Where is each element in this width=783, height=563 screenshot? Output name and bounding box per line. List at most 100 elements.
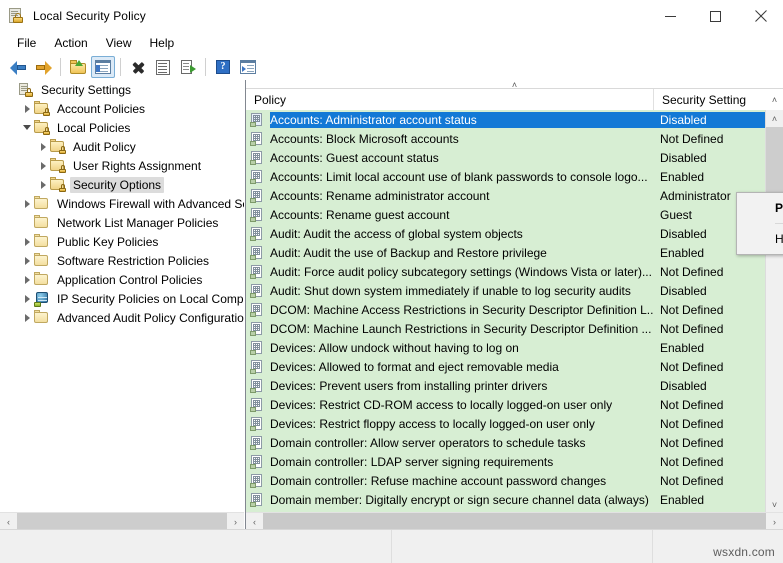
tree-item-audit-policy[interactable]: Audit Policy (0, 137, 244, 156)
tree-item-security-options[interactable]: Security Options (0, 175, 244, 194)
export-list-icon (180, 59, 196, 75)
policy-setting-icon (250, 321, 265, 336)
policy-security-setting: Disabled (660, 283, 707, 298)
tree-item-public-key-policies[interactable]: Public Key Policies (0, 232, 244, 251)
policy-row[interactable]: DCOM: Machine Launch Restrictions in Sec… (246, 319, 766, 338)
tree-item-user-rights-assignment[interactable]: User Rights Assignment (0, 156, 244, 175)
policy-setting-icon (250, 264, 265, 279)
policy-row[interactable]: Domain member: Digitally encrypt or sign… (246, 490, 766, 509)
chevron-right-icon[interactable] (20, 308, 34, 327)
export-list-button[interactable] (176, 56, 200, 78)
policy-row[interactable]: Accounts: Rename guest account Guest (246, 205, 766, 224)
tree-scroll-left-button[interactable]: ‹ (0, 513, 17, 530)
chevron-right-icon[interactable] (36, 175, 50, 194)
minimize-button[interactable] (648, 0, 693, 32)
help-button[interactable]: ? (211, 56, 235, 78)
tree-scroll-right-button[interactable]: › (227, 513, 244, 530)
chevron-right-icon[interactable] (36, 156, 50, 175)
column-header-setting[interactable]: Security Setting (654, 89, 766, 111)
policy-security-setting: Not Defined (660, 435, 724, 450)
security-policy-icon (9, 8, 25, 24)
policy-row[interactable]: Accounts: Guest account status Disabled (246, 148, 766, 167)
list-column-headers: Policy Security Setting ˄ (246, 88, 783, 112)
list-scroll-right-button[interactable]: › (766, 513, 783, 530)
policy-row[interactable]: Audit: Audit the access of global system… (246, 224, 766, 243)
policy-name: Accounts: Rename guest account (270, 207, 450, 222)
chevron-right-icon[interactable] (36, 137, 50, 156)
chevron-right-icon[interactable] (20, 99, 34, 118)
tree-item-application-control-policies[interactable]: Application Control Policies (0, 270, 244, 289)
chevron-right-icon[interactable] (20, 232, 34, 251)
tree-item-network-list-manager-policies[interactable]: Network List Manager Policies (0, 213, 244, 232)
menu-action[interactable]: Action (45, 34, 96, 52)
policy-row[interactable]: Devices: Restrict floppy access to local… (246, 414, 766, 433)
policy-row[interactable]: Domain controller: LDAP server signing r… (246, 452, 766, 471)
chevron-right-icon[interactable] (20, 194, 34, 213)
tree-item-advanced-audit-policy-configuration[interactable]: Advanced Audit Policy Configuration (0, 308, 244, 327)
tree-item-local-policies[interactable]: Local Policies (0, 118, 244, 137)
tree-item-security-settings[interactable]: Security Settings (0, 80, 244, 99)
list-hscroll-track[interactable] (263, 513, 766, 530)
policy-name: Devices: Prevent users from installing p… (270, 378, 548, 393)
forward-button[interactable] (31, 56, 55, 78)
policy-name: Devices: Allow undock without having to … (270, 340, 519, 355)
list-scroll-left-button[interactable]: ‹ (246, 513, 263, 530)
tree-scroll-thumb[interactable] (17, 513, 227, 530)
policy-row[interactable]: Devices: Restrict CD-ROM access to local… (246, 395, 766, 414)
list-scroll-up-cap: ˄ (771, 95, 778, 105)
list-scroll-down-button[interactable]: ˅ (766, 496, 783, 513)
show-hide-action-pane-button[interactable] (236, 56, 260, 78)
tree-item-account-policies[interactable]: Account Policies (0, 99, 244, 118)
policy-list-body: Accounts: Administrator account status Di… (246, 110, 783, 513)
close-button[interactable] (738, 0, 783, 32)
policy-name: Devices: Allowed to format and eject rem… (270, 359, 559, 374)
tree-horizontal-scrollbar[interactable]: ‹ › (0, 512, 244, 530)
show-console-tree-button[interactable] (91, 56, 115, 78)
policy-row[interactable]: Devices: Allow undock without having to … (246, 338, 766, 357)
policy-row[interactable]: Domain controller: Allow server operator… (246, 433, 766, 452)
policy-row[interactable]: Accounts: Rename administrator account Ad… (246, 186, 766, 205)
policy-row[interactable]: DCOM: Machine Access Restrictions in Sec… (246, 300, 766, 319)
policy-row[interactable]: Accounts: Block Microsoft accounts Not De… (246, 129, 766, 148)
context-menu-item-properties[interactable]: Properties (737, 196, 783, 220)
policy-setting-icon (250, 359, 265, 374)
properties-button[interactable] (151, 56, 175, 78)
policy-row[interactable]: Devices: Allowed to format and eject rem… (246, 357, 766, 376)
list-hscroll-thumb[interactable] (263, 513, 766, 530)
policy-row[interactable]: Accounts: Administrator account status Di… (246, 110, 766, 129)
list-vertical-scrollbar[interactable]: ˄ ˅ (765, 110, 783, 513)
policy-row[interactable]: Devices: Prevent users from installing p… (246, 376, 766, 395)
context-menu-item-help[interactable]: Help (737, 227, 783, 251)
policy-setting-icon (250, 492, 265, 507)
policy-row[interactable]: Audit: Audit the use of Backup and Resto… (246, 243, 766, 262)
menu-help[interactable]: Help (141, 34, 184, 52)
policy-row[interactable]: Domain controller: Refuse machine accoun… (246, 471, 766, 490)
tree-item-software-restriction-policies[interactable]: Software Restriction Policies (0, 251, 244, 270)
policy-row[interactable]: Audit: Force audit policy subcategory se… (246, 262, 766, 281)
list-scroll-up-button[interactable]: ˄ (766, 110, 783, 127)
chevron-right-icon[interactable] (20, 251, 34, 270)
tree-scroll-track[interactable] (17, 513, 227, 530)
policy-name: Audit: Audit the use of Backup and Resto… (270, 245, 547, 260)
policy-row[interactable]: Audit: Shut down system immediately if u… (246, 281, 766, 300)
status-cell-secondary (392, 530, 653, 563)
column-header-policy[interactable]: Policy (246, 89, 654, 111)
menu-file[interactable]: File (8, 34, 45, 52)
tree-scroll-area: Security Settings Account Policies Local P… (0, 80, 244, 513)
policy-name: Domain controller: Refuse machine accoun… (270, 473, 607, 488)
policy-row[interactable]: Accounts: Limit local account use of bla… (246, 167, 766, 186)
delete-button[interactable] (126, 56, 150, 78)
menu-view[interactable]: View (97, 34, 141, 52)
chevron-right-icon[interactable] (20, 270, 34, 289)
list-horizontal-scrollbar[interactable]: ‹ › (246, 512, 783, 530)
chevron-down-icon[interactable] (20, 118, 34, 137)
policy-setting-icon (250, 112, 265, 127)
menu-bar: File Action View Help (0, 32, 783, 54)
policy-name: DCOM: Machine Launch Restrictions in Sec… (270, 321, 652, 336)
tree-item-ip-security-policies-on-local-compute[interactable]: IP Security Policies on Local Compute (0, 289, 244, 308)
back-button[interactable] (6, 56, 30, 78)
maximize-button[interactable] (693, 0, 738, 32)
up-one-level-button[interactable] (66, 56, 90, 78)
chevron-right-icon[interactable] (20, 289, 34, 308)
tree-item-windows-firewall-with-advanced-secu[interactable]: Windows Firewall with Advanced Secu (0, 194, 244, 213)
